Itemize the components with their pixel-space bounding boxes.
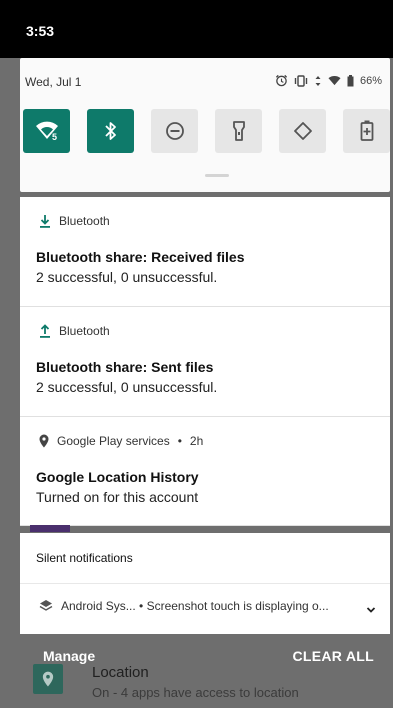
layers-icon: [39, 600, 53, 611]
silent-notification-row[interactable]: Android Sys... • Screenshot touch is dis…: [39, 599, 329, 613]
clear-all-button[interactable]: CLEAR ALL: [292, 648, 374, 664]
notification-text: 2 successful, 0 unsuccessful.: [36, 269, 218, 285]
notification-text: Turned on for this account: [36, 489, 199, 505]
alarm-icon: [275, 74, 288, 87]
notification-title: Google Location History: [36, 469, 199, 485]
auto-rotate-tile[interactable]: [279, 109, 326, 153]
notification-header: Bluetooth: [39, 324, 110, 338]
bluetooth-icon: [104, 122, 116, 140]
wifi-badge: 5: [52, 132, 57, 141]
wifi-icon: 5: [35, 121, 58, 141]
flashlight-icon: [232, 121, 245, 141]
chevron-down-icon[interactable]: [366, 601, 376, 619]
battery-icon: [347, 74, 354, 87]
bluetooth-tile[interactable]: [87, 109, 134, 153]
location-title: Location: [92, 664, 149, 681]
status-bar: 3:53: [0, 0, 393, 58]
notification-card[interactable]: Bluetooth Bluetooth share: Sent files 2 …: [20, 307, 390, 417]
date-label: Wed, Jul 1: [25, 75, 82, 89]
notification-card[interactable]: Bluetooth Bluetooth share: Received file…: [20, 197, 390, 307]
notification-time: 2h: [189, 434, 204, 448]
upload-icon: [40, 324, 50, 338]
system-icons: 66%: [275, 74, 382, 87]
notification-app-name: Bluetooth: [59, 324, 110, 338]
peeking-app-icon: [30, 525, 70, 532]
notification-app-name: Bluetooth: [59, 214, 110, 228]
notification-text: 2 successful, 0 unsuccessful.: [36, 379, 218, 395]
flashlight-tile[interactable]: [215, 109, 262, 153]
silent-header: Silent notifications: [36, 551, 133, 565]
do-not-disturb-tile[interactable]: [151, 109, 198, 153]
wifi-tile[interactable]: 5: [23, 109, 70, 153]
battery-saver-tile[interactable]: [343, 109, 390, 153]
drag-handle[interactable]: [205, 174, 229, 177]
notification-header: Google Play services • 2h: [39, 434, 203, 448]
notification-app-name: Google Play services: [57, 434, 170, 448]
quick-settings-panel[interactable]: Wed, Jul 1 66% 5: [20, 58, 390, 192]
location-icon: [42, 671, 54, 687]
wifi-status-icon: [328, 75, 341, 86]
vibrate-icon: [294, 74, 308, 87]
location-subtitle: On - 4 apps have access to location: [92, 685, 299, 700]
location-pin-icon: [39, 434, 49, 448]
data-transfer-icon: [314, 75, 322, 87]
battery-saver-icon: [360, 120, 373, 141]
quick-settings-tiles: 5: [23, 109, 390, 153]
notification-separator: •: [177, 434, 182, 448]
download-icon: [40, 215, 50, 228]
notification-title: Bluetooth share: Received files: [36, 249, 245, 265]
silent-notifications-section: Silent notifications Android Sys... • Sc…: [20, 533, 390, 634]
clock: 3:53: [26, 23, 55, 39]
bottom-bar: Location On - 4 apps have access to loca…: [0, 634, 393, 708]
battery-percent: 66%: [359, 74, 382, 87]
location-app-icon: [33, 664, 63, 694]
do-not-disturb-icon: [165, 122, 184, 140]
silent-notification-text: Android Sys... • Screenshot touch is dis…: [61, 599, 329, 613]
notification-header: Bluetooth: [39, 214, 110, 228]
notification-title: Bluetooth share: Sent files: [36, 359, 214, 375]
notification-card[interactable]: Google Play services • 2h Google Locatio…: [20, 417, 390, 526]
auto-rotate-icon: [293, 122, 312, 140]
divider: [20, 583, 390, 584]
manage-button[interactable]: Manage: [43, 648, 95, 664]
